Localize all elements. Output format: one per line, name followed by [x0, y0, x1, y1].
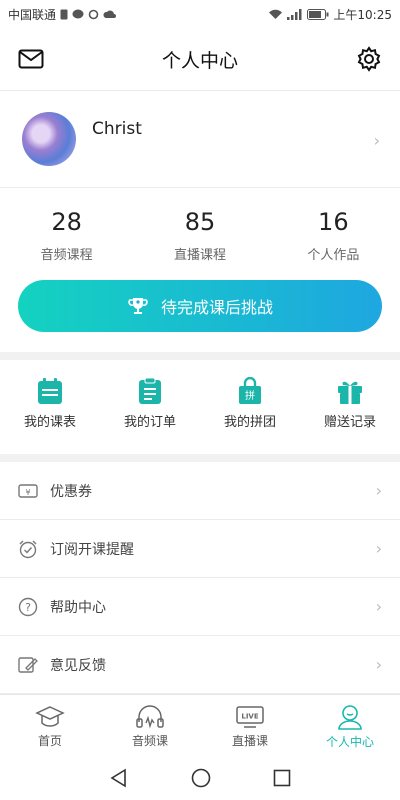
graduation-cap-icon [35, 705, 65, 727]
list-item-help-center[interactable]: ? 帮助中心 › [0, 578, 400, 636]
order-icon [139, 377, 161, 404]
profile-card[interactable]: Christ › [0, 91, 400, 188]
section-divider [0, 352, 400, 360]
stat-live-courses[interactable]: 85 直播课程 [133, 188, 266, 276]
shortcut-grid: 我的课表 我的订单 拼 我的拼团 赠送记录 [0, 360, 400, 446]
grid-item-label: 我的课表 [23, 414, 76, 430]
grid-item-group-buy[interactable]: 拼 我的拼团 [200, 360, 300, 446]
alarm-icon [19, 540, 37, 558]
carrier-label: 中国联通 [8, 7, 57, 22]
svg-text:¥: ¥ [25, 488, 30, 497]
stat-value: 28 [51, 207, 82, 236]
feedback-icon [18, 656, 38, 673]
list-item-label: 帮助中心 [50, 599, 106, 616]
page-title: 个人中心 [161, 49, 238, 72]
section-divider [0, 454, 400, 462]
system-nav-bar [0, 756, 400, 800]
grid-item-orders[interactable]: 我的订单 [100, 360, 200, 446]
schedule-icon [38, 377, 62, 404]
stat-audio-courses[interactable]: 28 音频课程 [0, 188, 133, 276]
status-bar: 中国联通 上午10:25 [0, 0, 400, 28]
gear-icon[interactable] [356, 46, 382, 72]
cloud-icon [103, 10, 117, 18]
page-header: 个人中心 [0, 28, 400, 91]
wifi-icon [269, 9, 283, 19]
list-item-label: 意见反馈 [50, 657, 106, 674]
help-icon: ? [18, 597, 38, 616]
stat-label: 音频课程 [40, 247, 93, 263]
list-item-course-reminder[interactable]: 订阅开课提醒 › [0, 520, 400, 578]
chevron-right-icon: › [373, 131, 380, 150]
stat-value: 16 [318, 207, 349, 236]
live-tv-icon: LIVE [236, 705, 264, 728]
battery-icon [307, 8, 329, 20]
tab-live[interactable]: LIVE 直播课 [200, 695, 300, 757]
list-item-feedback[interactable]: 意见反馈 › [0, 636, 400, 694]
home-icon[interactable] [191, 768, 211, 788]
tab-label: 个人中心 [325, 734, 374, 749]
list-item-coupons[interactable]: ¥ 优惠券 › [0, 462, 400, 520]
stat-personal-works[interactable]: 16 个人作品 [267, 188, 400, 276]
tab-label: 直播课 [231, 733, 268, 748]
mail-icon[interactable] [18, 49, 44, 69]
stats-row: 28 音频课程 85 直播课程 16 个人作品 [0, 188, 400, 276]
recents-icon[interactable] [273, 769, 291, 787]
grid-item-gifts[interactable]: 赠送记录 [300, 360, 400, 446]
signal-icon [287, 8, 302, 20]
trophy-icon [128, 298, 148, 314]
grid-item-schedule[interactable]: 我的课表 [0, 360, 100, 446]
chevron-right-icon: › [375, 597, 382, 616]
bottom-tab-bar: 首页 音频课 LIVE 直播课 个人中心 [0, 694, 400, 757]
settings-list: ¥ 优惠券 › 订阅开课提醒 › ? 帮助中心 › 意见反馈 › [0, 462, 400, 694]
person-icon [338, 704, 362, 730]
coupon-icon: ¥ [18, 483, 38, 498]
svg-text:LIVE: LIVE [241, 712, 258, 720]
stat-label: 直播课程 [173, 247, 226, 263]
tab-label: 首页 [37, 733, 62, 748]
challenge-button[interactable]: 待完成课后挑战 [18, 280, 382, 332]
tab-audio[interactable]: 音频课 [100, 695, 200, 757]
chevron-right-icon: › [375, 655, 382, 674]
avatar[interactable] [22, 112, 76, 166]
list-item-label: 优惠券 [50, 483, 92, 500]
group-buy-icon: 拼 [239, 376, 261, 404]
svg-text:拼: 拼 [245, 389, 255, 402]
stat-value: 85 [184, 207, 216, 236]
headphones-icon [136, 704, 164, 729]
refresh-icon [88, 9, 99, 19]
chevron-right-icon: › [375, 481, 382, 500]
svg-text:?: ? [25, 601, 31, 614]
clock-time: 上午10:25 [333, 7, 392, 22]
tab-home[interactable]: 首页 [0, 695, 100, 757]
back-icon[interactable] [109, 768, 129, 788]
grid-item-label: 我的订单 [123, 414, 176, 430]
sim-icon [60, 9, 68, 19]
gift-icon [338, 381, 362, 404]
stat-label: 个人作品 [307, 247, 360, 263]
challenge-label: 待完成课后挑战 [160, 298, 273, 317]
grid-item-label: 赠送记录 [323, 414, 376, 430]
tab-label: 音频课 [131, 733, 168, 748]
grid-item-label: 我的拼团 [223, 414, 276, 430]
tab-profile[interactable]: 个人中心 [300, 695, 400, 757]
user-name: Christ [92, 119, 142, 139]
message-icon [72, 9, 84, 18]
chevron-right-icon: › [375, 539, 382, 558]
list-item-label: 订阅开课提醒 [50, 541, 134, 558]
